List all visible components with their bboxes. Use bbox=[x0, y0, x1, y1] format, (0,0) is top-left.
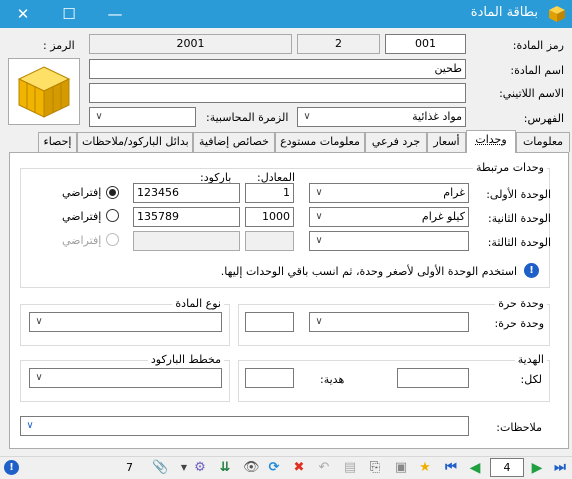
unit1-select[interactable]: غرام ∨ bbox=[309, 183, 469, 203]
copy-icon[interactable]: ⎘ bbox=[367, 460, 383, 476]
acct-group-select[interactable]: ∨ bbox=[89, 107, 196, 127]
record-number-input[interactable]: 4 bbox=[490, 458, 524, 477]
status-bar: ! 7 📎 ▼ ⚙ ⇊ 👁 ⟳ ✖ ↶ ▤ ⎘ ▣ ★ ⏮ ◀ 4 ▶ ⏭ bbox=[0, 456, 572, 479]
notes-label: ملاحظات: bbox=[496, 421, 542, 434]
chevron-down-icon[interactable]: ∨ bbox=[32, 314, 46, 330]
chevron-down-icon[interactable]: ∨ bbox=[23, 418, 37, 434]
chevron-down-icon[interactable]: ∨ bbox=[312, 185, 326, 201]
tab-extra-properties[interactable]: خصائص إضافية bbox=[193, 132, 275, 152]
paste-icon: ▤ bbox=[343, 460, 357, 475]
acct-group-label: الزمرة المحاسبية: bbox=[206, 111, 289, 124]
unit3-default-radio bbox=[106, 233, 119, 246]
delete-icon[interactable]: ✖ bbox=[291, 460, 307, 476]
material-type-title: نوع المادة bbox=[172, 297, 224, 310]
prev-record-icon[interactable]: ◀ bbox=[467, 460, 483, 476]
app-cube-icon bbox=[549, 6, 565, 22]
view-icon[interactable]: 👁 bbox=[243, 460, 260, 476]
linked-units-title: وحدات مرتبطة bbox=[472, 161, 547, 174]
symbol-label: الرمز : bbox=[43, 39, 75, 52]
attach-count: 7 bbox=[126, 461, 133, 474]
tab-sub-inventory[interactable]: جرد فرعي bbox=[365, 132, 427, 152]
notes-input[interactable]: ∨ bbox=[20, 416, 469, 436]
code-input[interactable]: 001 bbox=[385, 34, 466, 54]
chevron-down-icon[interactable]: ∨ bbox=[312, 209, 326, 225]
cube-image-icon bbox=[17, 66, 71, 118]
help-icon[interactable]: ! bbox=[4, 460, 19, 475]
window-title: بطاقة المادة bbox=[470, 5, 538, 20]
tab-warehouse-info[interactable]: معلومات مستودع bbox=[275, 132, 365, 152]
minimize-button[interactable]: — bbox=[92, 0, 138, 28]
tools-icon[interactable]: ⚙ bbox=[192, 460, 208, 476]
tab-statistics[interactable]: إحصاء bbox=[38, 132, 77, 152]
index-label: الفهرس: bbox=[523, 112, 564, 125]
unit2-select[interactable]: كيلو غرام ∨ bbox=[309, 207, 469, 227]
material-image[interactable] bbox=[8, 58, 80, 125]
free-unit-title: وحدة حرة bbox=[495, 297, 547, 310]
tab-units[interactable]: وحدات bbox=[466, 130, 516, 153]
first-record-icon[interactable]: ⏮ bbox=[443, 460, 459, 476]
name-input[interactable]: طحين bbox=[89, 59, 466, 79]
unit3-label: الوحدة الثالثة: bbox=[487, 236, 551, 249]
index-value: مواد غذائية bbox=[412, 110, 462, 123]
unit2-equiv[interactable]: 1000 bbox=[245, 207, 294, 227]
title-bar: ✕ ☐ — بطاقة المادة bbox=[0, 0, 572, 28]
sort-icon[interactable]: ⇊ bbox=[217, 460, 233, 476]
unit2-label: الوحدة الثانية: bbox=[488, 212, 551, 225]
material-type-select[interactable]: ∨ bbox=[29, 312, 222, 332]
code-part3: 2001 bbox=[89, 34, 292, 54]
free-unit-label: وحدة حرة: bbox=[494, 317, 544, 330]
unit1-default-radio[interactable] bbox=[106, 186, 119, 199]
unit3-default-label: إفتراضي bbox=[62, 234, 102, 247]
chevron-down-icon[interactable]: ∨ bbox=[300, 109, 314, 125]
unit2-default-label: إفتراضي bbox=[62, 210, 102, 223]
barcode-scheme-select[interactable]: ∨ bbox=[29, 368, 222, 388]
unit3-barcode bbox=[133, 231, 240, 251]
maximize-button[interactable]: ☐ bbox=[46, 0, 92, 28]
chevron-down-icon[interactable]: ∨ bbox=[32, 370, 46, 386]
close-button[interactable]: ✕ bbox=[0, 0, 46, 28]
unit1-value: غرام bbox=[443, 186, 465, 199]
units-hint: استخدم الوحدة الأولى لأصغر وحدة، ثم انسب… bbox=[220, 265, 517, 278]
gift-input[interactable] bbox=[245, 368, 294, 388]
name-label: اسم المادة: bbox=[510, 64, 564, 77]
tab-prices[interactable]: أسعار bbox=[427, 132, 466, 152]
latin-name-label: الاسم اللاتيني: bbox=[499, 87, 564, 100]
unit3-select[interactable]: ∨ bbox=[309, 231, 469, 251]
code-part2: 2 bbox=[297, 34, 380, 54]
info-icon: ! bbox=[524, 263, 539, 278]
next-record-icon[interactable]: ▶ bbox=[529, 460, 545, 476]
unit1-barcode[interactable]: 123456 bbox=[133, 183, 240, 203]
free-unit-select[interactable]: ∨ bbox=[309, 312, 469, 332]
star-icon[interactable]: ★ bbox=[417, 460, 433, 476]
barcode-scheme-title: مخطط الباركود bbox=[147, 353, 224, 366]
unit2-barcode[interactable]: 135789 bbox=[133, 207, 240, 227]
unit1-equiv[interactable]: 1 bbox=[245, 183, 294, 203]
chevron-down-icon[interactable]: ▼ bbox=[176, 460, 192, 476]
attachment-icon[interactable]: 📎 bbox=[152, 460, 168, 476]
gift-per-label: لكل: bbox=[520, 373, 542, 386]
chevron-down-icon[interactable]: ∨ bbox=[312, 314, 326, 330]
unit3-equiv bbox=[245, 231, 294, 251]
gift-title: الهدية bbox=[514, 353, 547, 366]
unit2-default-radio[interactable] bbox=[106, 209, 119, 222]
tab-barcode-alternatives[interactable]: بدائل الباركود/ملاحظات bbox=[77, 132, 193, 152]
chevron-down-icon[interactable]: ∨ bbox=[312, 233, 326, 249]
refresh-icon[interactable]: ⟳ bbox=[266, 460, 282, 476]
gift-label: هدية: bbox=[320, 373, 345, 386]
unit2-value: كيلو غرام bbox=[421, 210, 465, 223]
unit1-label: الوحدة الأولى: bbox=[486, 188, 551, 201]
code-label: رمز المادة: bbox=[512, 39, 564, 52]
gift-per-input[interactable] bbox=[397, 368, 469, 388]
save-icon[interactable]: ▣ bbox=[393, 460, 409, 476]
undo-icon: ↶ bbox=[318, 460, 330, 475]
last-record-icon[interactable]: ⏭ bbox=[552, 460, 568, 476]
index-select[interactable]: مواد غذائية ∨ bbox=[297, 107, 466, 127]
unit1-default-label: إفتراضي bbox=[62, 186, 102, 199]
free-unit-equiv[interactable] bbox=[245, 312, 294, 332]
latin-name-input[interactable] bbox=[89, 83, 466, 103]
tab-info[interactable]: معلومات bbox=[516, 132, 570, 152]
chevron-down-icon[interactable]: ∨ bbox=[92, 109, 106, 125]
